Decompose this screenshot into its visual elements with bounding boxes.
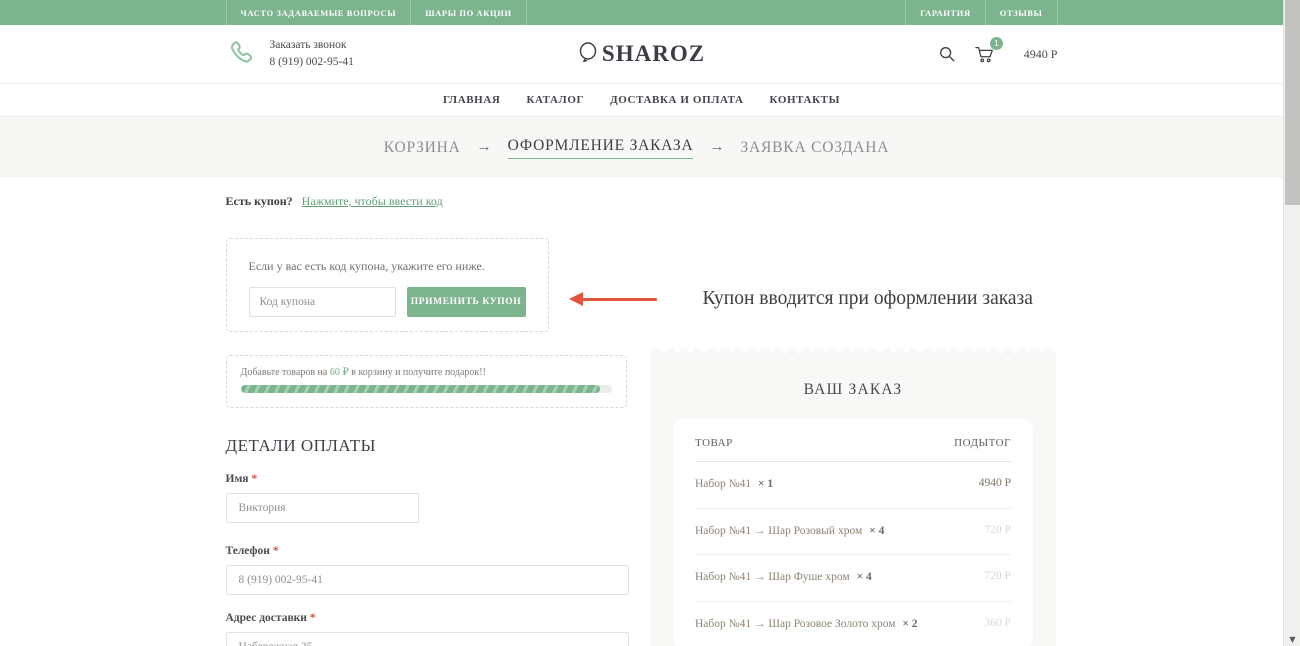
cart-count-badge: 1 xyxy=(990,37,1003,50)
gift-text-after: в корзину и получите подарок!! xyxy=(349,367,486,378)
order-item-qty: × 1 xyxy=(758,478,773,490)
scrollbar-down-arrow[interactable]: ▼ xyxy=(1284,635,1300,644)
phone-field[interactable] xyxy=(226,565,629,595)
header-phone-number: 8 (919) 002-95-41 xyxy=(270,54,354,71)
coupon-form: Если у вас есть код купона, укажите его … xyxy=(226,238,549,332)
gift-text-before: Добавьте товаров на xyxy=(241,367,330,378)
cart-button[interactable]: 1 xyxy=(974,44,996,64)
nav-item-contacts[interactable]: КОНТАКТЫ xyxy=(770,94,840,106)
coupon-question-label: Есть купон? xyxy=(226,194,293,208)
topbar-link-sale-balloons[interactable]: ШАРЫ ПО АКЦИИ xyxy=(410,0,526,25)
order-row: Набор №41 × 1 4940 Р xyxy=(695,462,1011,509)
coupon-annotation: Купон вводится при оформлении заказа xyxy=(582,288,1033,310)
topbar-link-faq[interactable]: ЧАСТО ЗАДАВАЕМЫЕ ВОПРОСЫ xyxy=(226,0,411,25)
topbar-link-warranty[interactable]: ГАРАНТИЯ xyxy=(905,0,985,25)
coupon-hint: Если у вас есть код купона, укажите его … xyxy=(249,259,526,274)
step-arrow-icon: → xyxy=(709,139,724,156)
order-item-price: 4940 Р xyxy=(979,475,1011,495)
order-summary-title: ВАШ ЗАКАЗ xyxy=(651,381,1056,399)
order-row: Набор №41 → Шар Розовое Золото хром × 2 … xyxy=(695,602,1011,646)
required-asterisk: * xyxy=(273,545,279,557)
order-item-qty: × 2 xyxy=(902,618,917,630)
call-request-label[interactable]: Заказать звонок xyxy=(270,37,354,54)
step-checkout: ОФОРМЛЕНИЕ ЗАКАЗА xyxy=(508,137,694,159)
annotation-text: Купон вводится при оформлении заказа xyxy=(703,288,1033,310)
apply-coupon-button[interactable]: ПРИМЕНИТЬ КУПОН xyxy=(407,287,526,317)
coupon-toggle-link[interactable]: Нажмите, чтобы ввести код xyxy=(302,194,443,208)
order-col-product: ТОВАР xyxy=(695,437,733,449)
name-field-label: Имя xyxy=(226,473,249,485)
step-order-created: ЗАЯВКА СОЗДАНА xyxy=(740,139,889,157)
gift-progress-banner: Добавьте товаров на 60 ₽ в корзину и пол… xyxy=(226,355,627,408)
cart-total[interactable]: 4940 Р xyxy=(1024,47,1058,62)
billing-details-title: ДЕТАЛИ ОПЛАТЫ xyxy=(226,436,629,456)
logo[interactable]: SHAROZ xyxy=(578,41,705,67)
order-item-name: Набор №41 → Шар Фуше хром xyxy=(695,571,850,583)
search-icon[interactable] xyxy=(938,45,956,63)
call-request-block[interactable]: Заказать звонок 8 (919) 002-95-41 xyxy=(226,37,476,72)
coupon-code-input[interactable] xyxy=(249,287,396,317)
name-field[interactable] xyxy=(226,493,419,523)
nav-item-delivery[interactable]: ДОСТАВКА И ОПЛАТА xyxy=(610,94,743,106)
nav-item-home[interactable]: ГЛАВНАЯ xyxy=(443,94,500,106)
order-item-price: 720 Р xyxy=(984,522,1011,542)
order-item-name: Набор №41 → Шар Розовый хром xyxy=(695,525,862,537)
step-arrow-icon: → xyxy=(477,139,492,156)
order-table: ТОВАР ПОДЫТОГ Набор №41 × 1 4940 Р Набор… xyxy=(673,419,1033,646)
order-item-qty: × 4 xyxy=(857,571,872,583)
order-item-price: 720 Р xyxy=(984,568,1011,588)
order-item-price: 360 Р xyxy=(984,615,1011,635)
main-nav: ГЛАВНАЯ КАТАЛОГ ДОСТАВКА И ОПЛАТА КОНТАК… xyxy=(0,84,1283,117)
gift-progress-fill xyxy=(241,385,601,393)
receipt-scallop-edge xyxy=(651,345,1056,354)
scrollbar-thumb[interactable] xyxy=(1285,0,1300,205)
required-asterisk: * xyxy=(310,612,316,624)
scrollbar-track[interactable]: ▼ xyxy=(1283,0,1300,646)
order-item-name: Набор №41 → Шар Розовое Золото хром xyxy=(695,618,896,630)
nav-item-catalog[interactable]: КАТАЛОГ xyxy=(526,94,584,106)
checkout-content: Есть купон? Нажмите, чтобы ввести код Ес… xyxy=(226,178,1058,646)
top-utility-bar: ЧАСТО ЗАДАВАЕМЫЕ ВОПРОСЫ ШАРЫ ПО АКЦИИ Г… xyxy=(0,0,1283,25)
address-field[interactable] xyxy=(226,632,629,646)
order-summary: ВАШ ЗАКАЗ ТОВАР ПОДЫТОГ Набор №41 × 1 49… xyxy=(651,345,1056,646)
order-col-subtotal: ПОДЫТОГ xyxy=(954,437,1011,449)
checkout-steps: КОРЗИНА → ОФОРМЛЕНИЕ ЗАКАЗА → ЗАЯВКА СОЗ… xyxy=(0,117,1283,178)
order-item-name: Набор №41 xyxy=(695,478,751,490)
order-row: Набор №41 → Шар Фуше хром × 4 720 Р xyxy=(695,555,1011,602)
logo-text: SHAROZ xyxy=(602,41,705,67)
order-row: Набор №41 → Шар Розовый хром × 4 720 Р xyxy=(695,509,1011,556)
phone-icon xyxy=(226,39,256,69)
order-item-qty: × 4 xyxy=(869,525,884,537)
site-header: Заказать звонок 8 (919) 002-95-41 SHAROZ xyxy=(0,25,1283,84)
address-field-label: Адрес доставки xyxy=(226,612,307,624)
required-asterisk: * xyxy=(252,473,258,485)
arrow-left-icon xyxy=(582,298,657,301)
gift-amount: 60 ₽ xyxy=(330,367,349,378)
topbar-link-reviews[interactable]: ОТЗЫВЫ xyxy=(985,0,1058,25)
gift-progress-track xyxy=(241,385,612,393)
step-cart[interactable]: КОРЗИНА xyxy=(384,139,461,157)
phone-field-label: Телефон xyxy=(226,545,270,557)
